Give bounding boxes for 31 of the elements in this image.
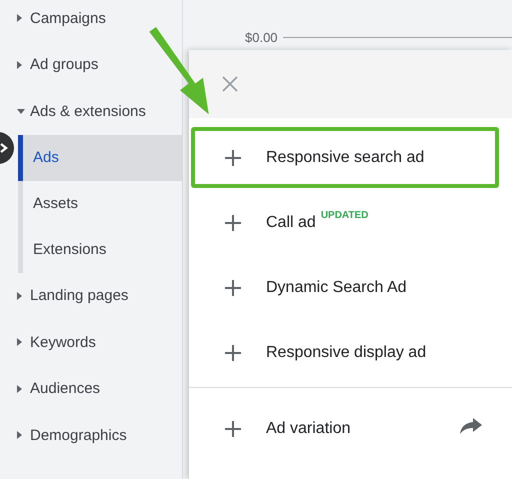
nav-item[interactable]: Audiences: [30, 380, 100, 398]
nav-item[interactable]: Ads & extensions: [30, 102, 146, 120]
status-label: UPDATED: [320, 210, 368, 221]
nav-item[interactable]: Keywords: [30, 334, 96, 351]
menu-item[interactable]: Dynamic Search Ad: [191, 257, 499, 318]
nav-subitem[interactable]: Ads: [18, 134, 182, 180]
expand-caret-icon[interactable]: [17, 384, 22, 393]
expand-caret-icon[interactable]: [17, 431, 22, 440]
nav-item[interactable]: Ad groups: [30, 56, 98, 74]
axis-label: $0.00: [245, 30, 278, 45]
share-arrow-icon: [460, 418, 482, 434]
menu-item[interactable]: Call ad UPDATED: [191, 192, 499, 253]
expand-caret-icon[interactable]: [17, 60, 22, 69]
expand-caret-icon[interactable]: [17, 292, 22, 300]
menu-item[interactable]: Responsive display ad: [191, 322, 499, 383]
code-toggle-icon[interactable]: [0, 132, 14, 164]
nav-item[interactable]: Demographics: [30, 426, 127, 444]
plus-icon: [225, 344, 241, 360]
nav-subitem[interactable]: Assets: [23, 180, 182, 226]
plus-icon: [225, 420, 241, 436]
plus-icon: [225, 214, 241, 230]
plus-icon: [225, 280, 241, 296]
nav-subitem[interactable]: Extensions: [23, 226, 182, 272]
nav-item[interactable]: Campaigns: [30, 10, 106, 27]
expand-caret-icon[interactable]: [17, 14, 22, 22]
expand-caret-icon[interactable]: [17, 338, 22, 346]
collapse-caret-icon[interactable]: [17, 108, 25, 114]
menu-item[interactable]: Responsive search ad: [191, 127, 499, 188]
nav-item[interactable]: Landing pages: [30, 287, 128, 304]
plus-icon: [225, 150, 241, 166]
menu-item[interactable]: Ad variation: [191, 398, 499, 459]
